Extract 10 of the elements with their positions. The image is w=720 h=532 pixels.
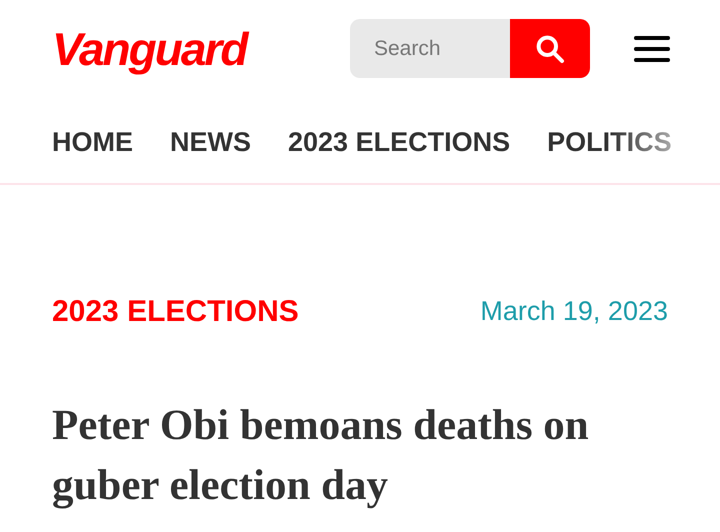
menu-icon[interactable] [634,36,670,62]
nav-link[interactable]: NEWS [170,125,251,183]
search-field[interactable]: Search [350,19,510,78]
article-headline: Peter Obi bemoans deaths on guber election day [51,401,590,511]
nav-link[interactable]: HOME [52,125,133,183]
nav-link[interactable]: 2023 ELECTIONS [288,125,510,183]
search-icon [534,32,566,64]
search-button[interactable] [510,19,590,78]
article-date: March 19, 2023 [480,295,668,328]
article-category[interactable]: 2023 ELECTIONS [52,289,299,334]
